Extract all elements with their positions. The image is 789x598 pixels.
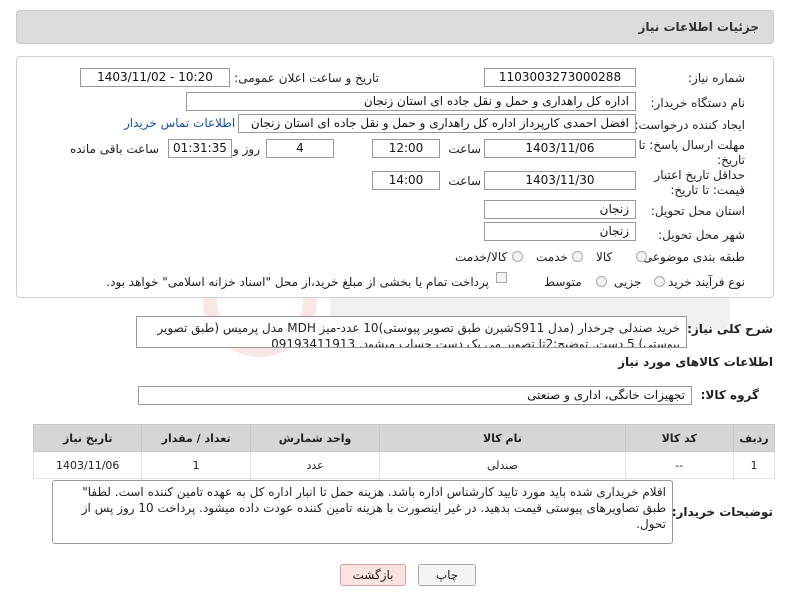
column-header-quantity: تعداد / مقدار (141, 424, 251, 452)
price-time-field[interactable]: 14:00 (372, 171, 440, 190)
print-button[interactable]: چاپ (418, 564, 476, 586)
buyer-notes-label: توضیحات خریدار: (671, 505, 773, 519)
city-label: شهر محل تحویل: (658, 228, 745, 242)
description-label: شرح کلی نیاز: (687, 322, 773, 336)
province-label: استان محل تحویل: (650, 204, 745, 218)
province-field[interactable]: زنجان (484, 200, 636, 219)
column-header-unit: واحد شمارش (249, 424, 381, 452)
buyer-org-field[interactable]: اداره کل راهداری و حمل و نقل جاده ای است… (186, 92, 636, 111)
goods-info-title: اطلاعات کالاهای مورد نیاز (618, 355, 773, 369)
process-label: نوع فرآیند خرید : (660, 275, 745, 289)
category-goods-label: کالا (596, 250, 613, 264)
process-partial-label: جزیی (614, 275, 642, 289)
need-number-label: شماره نیاز: (688, 71, 745, 85)
goods-group-label: گروه کالا: (700, 388, 759, 402)
remaining-label: ساعت باقی مانده (69, 142, 159, 156)
back-button[interactable]: بازگشت (340, 564, 406, 586)
process-medium-label: متوسط (544, 275, 582, 289)
description-textarea[interactable]: خرید صندلی چرخدار (مدل S911شیرن طبق تصوی… (136, 316, 687, 348)
cell-need-date: 1403/11/06 (32, 451, 143, 479)
reply-deadline-label: مهلت ارسال پاسخ: تا تاریخ: (638, 138, 745, 167)
announce-datetime-field[interactable]: 1403/11/02 - 10:20 (80, 68, 230, 87)
cell-unit: عدد (249, 451, 381, 479)
category-service-radio[interactable] (572, 251, 583, 262)
column-header-need-date: تاریخ نیاز (32, 424, 143, 452)
price-validity-label: حداقل تاریخ اعتبار قیمت: تا تاریخ: (654, 168, 745, 197)
buyer-notes-textarea[interactable]: اقلام خریداری شده باید مورد تایید کارشنا… (52, 480, 673, 544)
column-header-item-code: کد کالا (624, 424, 734, 452)
remaining-time-field[interactable]: 01:31:35 (168, 139, 232, 158)
city-field[interactable]: زنجان (484, 222, 636, 241)
items-table: ردیف کد کالا نام کالا واحد شمارش تعداد /… (32, 424, 776, 479)
page-header: جزئیات اطلاعات نیاز (16, 10, 774, 44)
column-header-item-name: نام کالا (379, 424, 626, 452)
cell-row-number: 1 (732, 451, 776, 479)
buyer-contact-link[interactable]: اطلاعات تماس خریدار (124, 116, 235, 130)
column-header-row-number: ردیف (732, 424, 776, 452)
process-medium-radio[interactable] (596, 276, 607, 287)
category-both-label: کالا/خدمت (455, 250, 508, 264)
goods-group-field[interactable]: تجهیزات خانگی، اداری و صنعتی (138, 386, 692, 405)
price-time-label: ساعت (448, 174, 481, 188)
table-row[interactable]: 1 -- صندلی عدد 1 1403/11/06 (32, 451, 776, 479)
reply-date-field[interactable]: 1403/11/06 (484, 139, 636, 158)
reply-time-field[interactable]: 12:00 (372, 139, 440, 158)
buyer-org-label: نام دستگاه خریدار: (650, 96, 746, 110)
cell-item-code: -- (624, 451, 734, 479)
process-partial-radio[interactable] (654, 276, 665, 287)
reply-time-label: ساعت (448, 142, 481, 156)
category-goods-radio[interactable] (636, 251, 647, 262)
days-label: روز و (233, 142, 260, 156)
price-date-field[interactable]: 1403/11/30 (484, 171, 636, 190)
cell-quantity: 1 (141, 451, 251, 479)
creator-field[interactable]: افضل احمدی کارپرداز اداره کل راهداری و ح… (238, 114, 636, 133)
creator-label: ایجاد کننده درخواست: (634, 118, 745, 132)
remaining-days-field[interactable]: 4 (266, 139, 334, 158)
category-both-radio[interactable] (512, 251, 523, 262)
need-number-field[interactable]: 1103003273000288 (484, 68, 636, 87)
treasury-payment-note: پرداخت تمام یا بخشی از مبلغ خرید،از محل … (106, 275, 489, 289)
category-label: طبقه بندی موضوعی: (638, 250, 745, 264)
page-title: جزئیات اطلاعات نیاز (638, 20, 759, 34)
category-service-label: خدمت (536, 250, 568, 264)
treasury-payment-checkbox[interactable] (496, 272, 507, 283)
table-header-row: ردیف کد کالا نام کالا واحد شمارش تعداد /… (32, 424, 776, 452)
announce-label: تاریخ و ساعت اعلان عمومی: (234, 71, 379, 85)
cell-item-name: صندلی (379, 451, 626, 479)
